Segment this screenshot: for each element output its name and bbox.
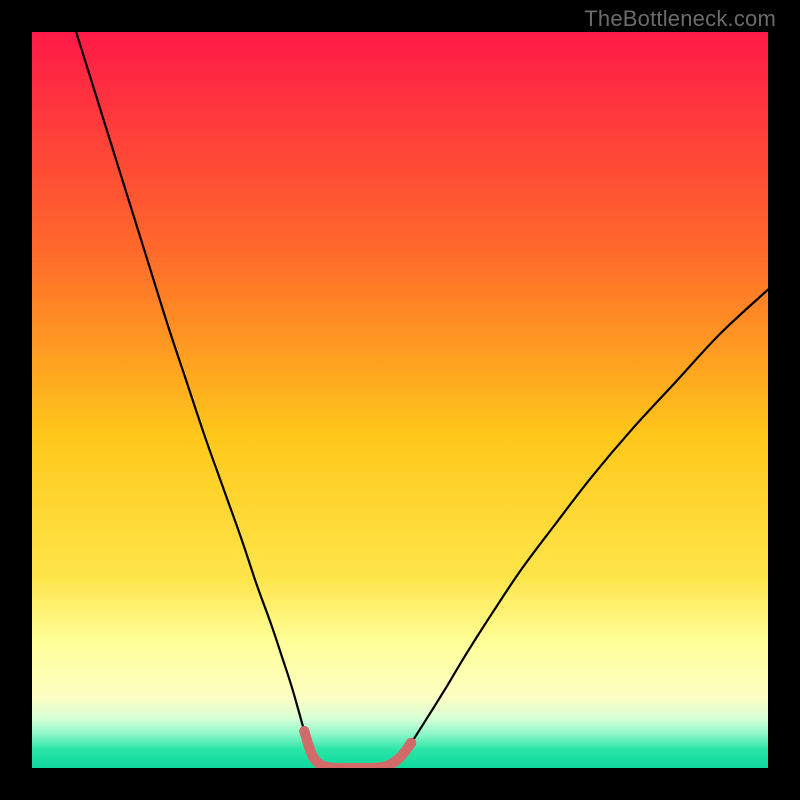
marker-dot (406, 738, 416, 748)
marker-dot (398, 748, 408, 758)
watermark-text: TheBottleneck.com (584, 6, 776, 32)
marker-dot (304, 741, 314, 751)
marker-dot (391, 755, 401, 765)
plot-svg (32, 32, 768, 768)
plot-area (32, 32, 768, 768)
marker-dot (299, 726, 309, 736)
outer-frame: TheBottleneck.com (0, 0, 800, 800)
